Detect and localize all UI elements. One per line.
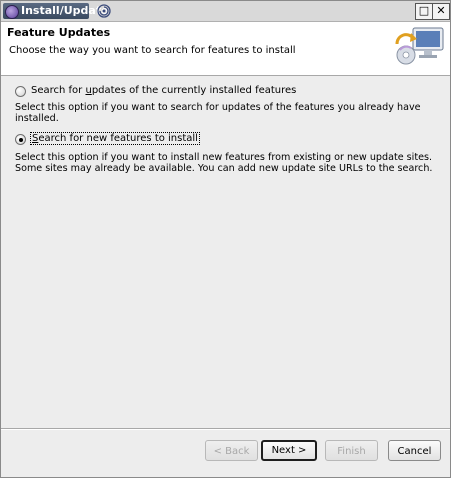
window-title-tab[interactable]: Install/Update bbox=[3, 3, 109, 19]
window-title: Install/Update bbox=[21, 4, 109, 17]
option-description-new-features: Select this option if you want to instal… bbox=[15, 152, 433, 174]
finish-button[interactable]: Finish bbox=[325, 440, 378, 461]
maximize-button[interactable]: □ bbox=[415, 3, 433, 20]
footer-separator bbox=[1, 428, 450, 430]
page-title: Feature Updates bbox=[7, 26, 111, 39]
close-button[interactable]: ✕ bbox=[432, 3, 450, 20]
cancel-button[interactable]: Cancel bbox=[388, 440, 441, 461]
swirl-icon bbox=[97, 4, 111, 18]
eclipse-icon bbox=[5, 5, 19, 19]
wizard-banner: Feature Updates Choose the way you want … bbox=[1, 22, 450, 76]
update-computer-icon bbox=[395, 27, 444, 65]
label-text: pdates of the currently installed featur… bbox=[91, 85, 297, 96]
next-button[interactable]: Next > bbox=[261, 440, 317, 461]
page-description: Choose the way you want to search for fe… bbox=[9, 45, 296, 56]
radio-label-new-features[interactable]: Search for new features to install bbox=[30, 132, 200, 145]
option-description-updates: Select this option if you want to search… bbox=[15, 102, 421, 124]
back-button[interactable]: < Back bbox=[205, 440, 258, 461]
radio-button-updates[interactable] bbox=[15, 86, 26, 97]
radio-button-new-features[interactable] bbox=[15, 134, 26, 145]
title-bar[interactable]: Install/Update □ ✕ bbox=[1, 1, 450, 22]
install-update-dialog: Install/Update □ ✕ Feature Updates Choos… bbox=[0, 0, 451, 478]
label-text: Search for bbox=[31, 85, 86, 96]
label-text: earch for new features to install bbox=[38, 133, 198, 144]
radio-label-updates[interactable]: Search for updates of the currently inst… bbox=[31, 85, 296, 96]
